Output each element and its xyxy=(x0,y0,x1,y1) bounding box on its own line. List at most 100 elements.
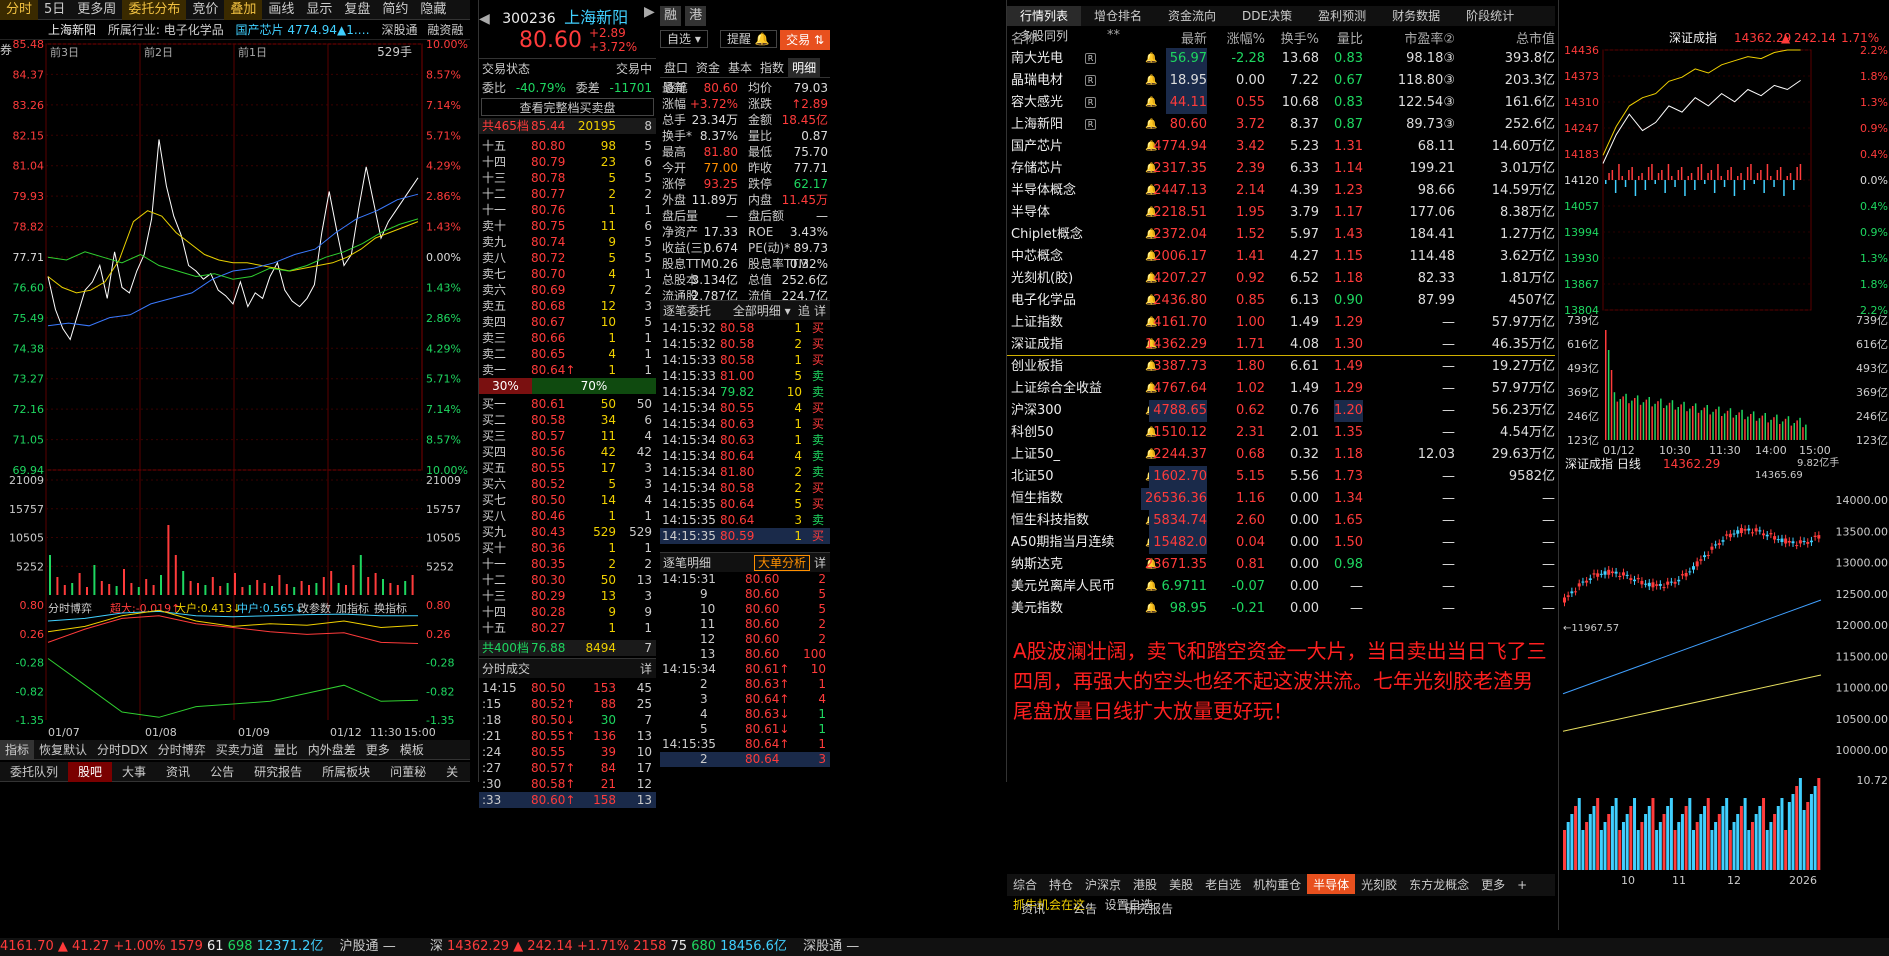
orderbook-row[interactable]: 卖七 80.70 4 1 xyxy=(479,266,656,282)
table-row[interactable]: 晶瑞电材 R 🔔 18.95 0.00 7.22 0.67 118.80③ 203.3亿 xyxy=(1007,70,1555,92)
orderbook-row[interactable]: 买九 80.43 529 529 xyxy=(479,524,656,540)
table-row[interactable]: 创业板指 🔔 3387.73 1.80 6.61 1.49—19.27万亿 xyxy=(1007,356,1555,378)
watchlist-tab[interactable]: 综合 xyxy=(1007,874,1043,894)
zhubi-detail-button[interactable]: 详 xyxy=(814,301,826,321)
table-row[interactable]: 容大感光 R 🔔 44.11 0.55 10.68 0.83 122.54③ 161.6亿 xyxy=(1007,92,1555,114)
big-order-button[interactable]: 大单分析 xyxy=(753,555,810,571)
orderbook-row[interactable]: 买八 80.46 1 1 xyxy=(479,508,656,524)
orderbook-row[interactable]: 十一 80.76 1 1 xyxy=(479,202,656,218)
toolbar-item[interactable]: 画线 xyxy=(262,0,300,20)
orderbook-row[interactable]: 十一 80.35 2 2 xyxy=(479,556,656,572)
bell-icon[interactable]: 🔔 xyxy=(1145,92,1157,114)
toolbar-item[interactable]: 简约 xyxy=(376,0,414,20)
watchlist-tab[interactable]: 半导体 xyxy=(1307,874,1356,894)
watchlist-tab[interactable]: 东方龙概念 xyxy=(1403,874,1475,894)
col-header[interactable]: 最新 xyxy=(1181,28,1207,47)
toolbar-item[interactable]: 叠加 xyxy=(224,0,263,20)
col-header[interactable]: 名称 xyxy=(1011,28,1037,47)
table-row[interactable]: 电子化学品 🔔 2436.80 0.85 6.13 0.90 87.99 4507亿 xyxy=(1007,290,1555,312)
mingxi-row[interactable]: 14:15:35 80.64↑ 1 xyxy=(660,737,830,752)
shenhk-label[interactable]: 深股通 xyxy=(381,23,417,37)
intraday-chart-area[interactable]: 85.48 10.00% 84.37 8.57% 83.26 7.14% 82.15 5.71… xyxy=(0,38,470,740)
table-row[interactable]: 上证综合全收益 🔔 4767.64 1.02 1.49 1.29—57.97万亿 xyxy=(1007,378,1555,400)
table-row[interactable]: 上证指数 🔔 4161.70 1.00 1.49 1.29—57.97万亿 xyxy=(1007,312,1555,334)
orderbook-row[interactable]: 买五 80.55 17 3 xyxy=(479,460,656,476)
zhubi-row[interactable]: 14:15:34 80.58 2 买 xyxy=(660,480,830,496)
toolbar-item[interactable]: 分时 xyxy=(0,0,39,20)
indicator-tab[interactable]: 恢复默认 xyxy=(34,740,92,760)
toolbar-item[interactable]: 复盘 xyxy=(338,0,376,20)
mingxi-row[interactable]: 10 80.60 5 xyxy=(660,602,830,617)
table-row[interactable]: 中芯概念 🔔 2006.17 1.41 4.27 1.15 114.48 3.62万亿 xyxy=(1007,246,1555,268)
mingxi-row[interactable]: 14:15:34 80.61↑ 10 xyxy=(660,662,830,677)
col-header[interactable]: 涨幅% xyxy=(1227,28,1265,47)
toolbar-item[interactable]: 竞价 xyxy=(186,0,224,20)
orderbook-row[interactable]: 卖三 80.66 1 1 xyxy=(479,330,656,346)
table-tab[interactable]: 行情列表 xyxy=(1007,6,1082,26)
nav-tab[interactable]: 关 xyxy=(436,762,468,782)
table-row[interactable]: A50期指当月连续🔔15482.00.040.001.50—— xyxy=(1007,532,1555,554)
watchlist-tab[interactable]: 光刻胶 xyxy=(1355,874,1403,894)
indicator-tab[interactable]: 分时DDX xyxy=(92,740,153,760)
indicator-tab[interactable]: 指标 xyxy=(0,740,35,760)
orderbook-row[interactable]: 卖一 80.64↑ 1 1 xyxy=(479,362,656,378)
nav-tab[interactable]: 所属板块 xyxy=(312,762,380,782)
zhubi-row[interactable]: 14:15:35 80.59 1 买 xyxy=(660,528,830,544)
zhubi-row[interactable]: 14:15:34 81.80 2 卖 xyxy=(660,464,830,480)
zhubi-row[interactable]: 14:15:34 80.63 1 卖 xyxy=(660,432,830,448)
bell-icon[interactable]: 🔔 xyxy=(1145,48,1157,70)
toolbar-item[interactable]: 更多周 xyxy=(71,0,122,20)
bell-icon[interactable]: 🔔 xyxy=(1145,576,1157,598)
trade-row[interactable]: :21 80.55↑ 136 13 xyxy=(479,728,656,744)
mid-tab[interactable]: 盘口 xyxy=(660,58,692,78)
sgt-label[interactable]: 深股通 xyxy=(803,939,842,954)
col-header[interactable]: 量比 xyxy=(1337,28,1363,47)
orderbook-row[interactable]: 买十 80.36 1 1 xyxy=(479,540,656,556)
table-row[interactable]: 纳斯达克 🔔 23671.35 0.81 0.00 0.98— — xyxy=(1007,554,1555,576)
zhubi-row[interactable]: 14:15:32 80.58 1 买 xyxy=(660,320,830,336)
table-tab[interactable]: 财务数据 xyxy=(1379,6,1453,26)
nav-tab[interactable]: 问董秘 xyxy=(380,762,436,782)
zhubi-row[interactable]: 14:15:34 80.63 1 买 xyxy=(660,416,830,432)
indicator-tab[interactable]: 模板 xyxy=(395,740,429,760)
mingxi-row[interactable]: 2 80.63↑ 1 xyxy=(660,677,830,692)
mingxi-row[interactable]: 9 80.60 5 xyxy=(660,587,830,602)
table-row[interactable]: 科创50 🔔 1510.12 2.31 2.01 1.35—4.54万亿 xyxy=(1007,422,1555,444)
mid-tab[interactable]: 指数 xyxy=(756,58,788,78)
forward-icon[interactable]: ▶ xyxy=(644,4,655,20)
full-orderbook-button[interactable]: 查看完整档买卖盘 xyxy=(481,98,654,116)
indicator-add[interactable]: 加指标 xyxy=(336,601,369,615)
table-row[interactable]: 上证50_ 🔔 2244.37 0.68 0.32 1.18 12.03 29.63万亿 xyxy=(1007,444,1555,466)
table-row[interactable]: 上海新阳 R 🔔 80.60 3.72 8.37 0.87 89.73③ 252.6亿 xyxy=(1007,114,1555,136)
table-row[interactable]: 恒生指数🔔26536.361.160.001.34—— xyxy=(1007,488,1555,510)
indicator-tab[interactable]: 分时博弈 xyxy=(153,740,211,760)
nav-tab[interactable]: 股吧 xyxy=(68,762,113,782)
sub-tab[interactable]: 资讯 xyxy=(1007,898,1059,920)
orderbook-row[interactable]: 卖十 80.75 11 6 xyxy=(479,218,656,234)
watchlist-tab[interactable]: 老自选 xyxy=(1199,874,1247,894)
zhubi-track-button[interactable]: 追 xyxy=(798,301,810,321)
mingxi-row[interactable]: 2 80.64 3 xyxy=(660,752,830,767)
mingxi-row[interactable]: 14:15:31 80.60 2 xyxy=(660,572,830,587)
indicator-tab[interactable]: 买卖力道 xyxy=(211,740,269,760)
bell-icon[interactable]: 🔔 xyxy=(1145,70,1157,92)
trade-row[interactable]: :24 80.55 39 10 xyxy=(479,744,656,760)
tixing-button[interactable]: 提醒 🔔 xyxy=(720,30,777,48)
trade-row[interactable]: :18 80.50↓ 30 7 xyxy=(479,712,656,728)
nav-tab[interactable]: 资讯 xyxy=(156,762,200,782)
orderbook-row[interactable]: 卖八 80.72 5 5 xyxy=(479,250,656,266)
nav-tab[interactable]: 公告 xyxy=(200,762,244,782)
table-row[interactable]: 半导体 🔔 2218.51 1.95 3.79 1.17 177.06 8.38万亿 xyxy=(1007,202,1555,224)
indicator-tab[interactable]: 内外盘差 xyxy=(303,740,361,760)
zhubi-row[interactable]: 14:15:34 80.64 4 卖 xyxy=(660,448,830,464)
orderbook-row[interactable]: 买三 80.57 11 4 xyxy=(479,428,656,444)
orderbook-row[interactable]: 卖六 80.69 7 2 xyxy=(479,282,656,298)
sub-tab[interactable]: 研究报告 xyxy=(1111,898,1187,920)
orderbook-row[interactable]: 十五 80.27 1 1 xyxy=(479,620,656,636)
bell-icon[interactable]: 🔔 xyxy=(1145,114,1157,136)
toolbar-item[interactable]: 隐藏 xyxy=(414,0,452,20)
nav-tab[interactable]: 委托队列 xyxy=(0,762,68,782)
table-tab[interactable]: 盈利预测 xyxy=(1305,6,1379,26)
zhubi-row[interactable]: 14:15:35 80.64 3 卖 xyxy=(660,512,830,528)
mingxi-row[interactable]: 4 80.63↓ 1 xyxy=(660,707,830,722)
